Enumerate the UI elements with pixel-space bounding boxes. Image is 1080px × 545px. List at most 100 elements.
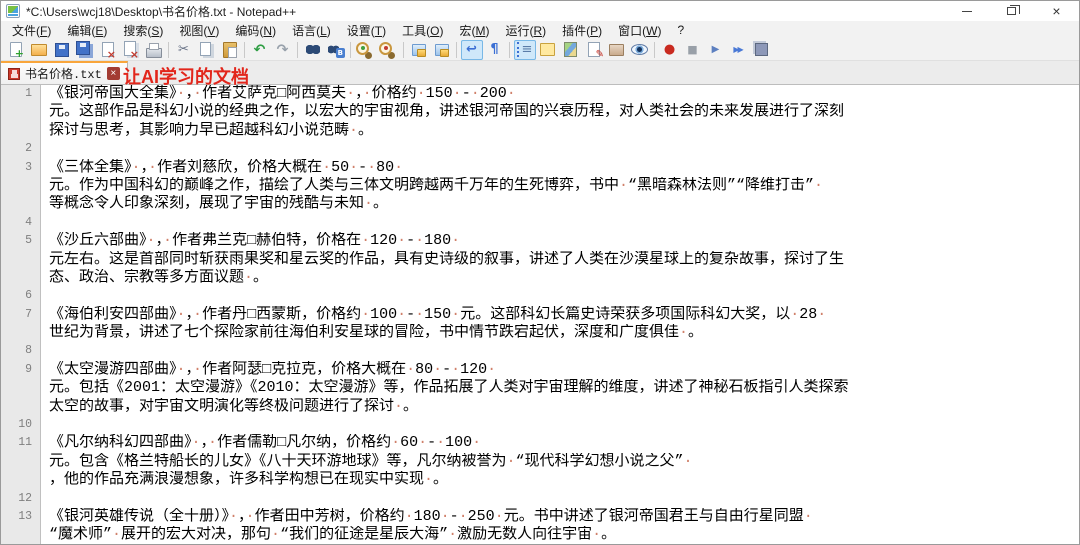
line-number-wrap[interactable] xyxy=(1,195,32,213)
line-number[interactable]: 8 xyxy=(1,342,32,360)
sync-horizontal-scroll-button[interactable] xyxy=(431,40,453,60)
editor-row[interactable]: ，他的作品充满浪漫想象，许多科学构想已在现实中实现·。 xyxy=(49,471,1079,489)
indent-guide-button[interactable] xyxy=(514,40,536,60)
word-wrap-button[interactable] xyxy=(461,40,483,60)
editor-row[interactable]: 《三体全集》·，·作者刘慈欣，价格大概在·50·-·80· xyxy=(49,159,1079,177)
menu-help[interactable]: ? xyxy=(669,22,692,38)
editor-row[interactable]: 《凡尔纳科幻四部曲》·，·作者儒勒□凡尔纳，价格约·60·-·100· xyxy=(49,434,1079,452)
line-number[interactable]: 1 xyxy=(1,85,32,103)
editor-row[interactable]: 《太空漫游四部曲》·，·作者阿瑟□克拉克，价格大概在·80·-·120· xyxy=(49,361,1079,379)
menu-settings[interactable]: 设置(T) xyxy=(339,21,394,40)
tab-close-icon[interactable]: × xyxy=(107,67,120,80)
line-number[interactable]: 11 xyxy=(1,434,32,452)
minimize-button[interactable] xyxy=(944,1,989,21)
close-window-button[interactable]: × xyxy=(1034,1,1079,21)
menu-run[interactable]: 运行(R) xyxy=(497,21,554,40)
menu-search[interactable]: 搜索(S) xyxy=(115,21,171,40)
editor-row[interactable]: 太空的故事，对宇宙文明演化等终极问题进行了探讨·。 xyxy=(49,398,1079,416)
menu-file[interactable]: 文件(F) xyxy=(4,21,59,40)
line-number-wrap[interactable] xyxy=(1,177,32,195)
zoom-out-button[interactable] xyxy=(378,40,400,60)
replace-button[interactable] xyxy=(325,40,347,60)
open-file-button[interactable] xyxy=(28,40,50,60)
undo-button[interactable] xyxy=(249,40,271,60)
line-number-wrap[interactable] xyxy=(1,103,32,121)
line-number-wrap[interactable] xyxy=(1,251,32,269)
macro-playback-button[interactable] xyxy=(705,40,727,60)
line-number-wrap[interactable] xyxy=(1,398,32,416)
line-number[interactable]: 12 xyxy=(1,490,32,508)
editor-row[interactable]: 《银河英雄传说（全十册）》·，·作者田中芳树，价格约·180·-·250·元。书… xyxy=(49,508,1079,526)
menu-encoding[interactable]: 编码(N) xyxy=(227,21,284,40)
editor-row[interactable]: 元。这部作品是科幻小说的经典之作，以宏大的宇宙视角，讲述银河帝国的兴衰历程，对人… xyxy=(49,103,1079,121)
monitoring-button[interactable] xyxy=(629,40,651,60)
editor-row[interactable] xyxy=(49,140,1079,158)
user-defined-dialog-button[interactable] xyxy=(537,40,559,60)
show-all-characters-button[interactable] xyxy=(484,40,506,60)
line-number-wrap[interactable] xyxy=(1,453,32,471)
line-number-wrap[interactable] xyxy=(1,526,32,544)
line-number[interactable]: 5 xyxy=(1,232,32,250)
document-map-button[interactable] xyxy=(560,40,582,60)
paste-button[interactable] xyxy=(219,40,241,60)
editor-row[interactable] xyxy=(49,287,1079,305)
macro-record-button[interactable] xyxy=(659,40,681,60)
editor-row[interactable]: 元。包括《2001：太空漫游》《2010：太空漫游》等，作品拓展了人类对宇宙理解… xyxy=(49,379,1079,397)
line-number[interactable]: 9 xyxy=(1,361,32,379)
menu-plugins[interactable]: 插件(P) xyxy=(554,21,610,40)
line-number-wrap[interactable] xyxy=(1,379,32,397)
new-file-button[interactable] xyxy=(5,40,27,60)
zoom-in-button[interactable] xyxy=(355,40,377,60)
save-file-button[interactable] xyxy=(51,40,73,60)
editor-row[interactable] xyxy=(49,490,1079,508)
copy-button[interactable] xyxy=(196,40,218,60)
menu-edit[interactable]: 编辑(E) xyxy=(59,21,115,40)
print-button[interactable] xyxy=(143,40,165,60)
editor-row[interactable]: 元。作为中国科幻的巅峰之作，描绘了人类与三体文明跨越两千万年的生死博弈，书中·“… xyxy=(49,177,1079,195)
editor-row[interactable]: “魔术师”·展开的宏大对决，那句·“我们的征途是星辰大海”·激励无数人向往宇宙·… xyxy=(49,526,1079,544)
find-button[interactable] xyxy=(302,40,324,60)
editor-row[interactable]: 等概念令人印象深刻，展现了宇宙的残酷与未知·。 xyxy=(49,195,1079,213)
text-area[interactable]: 《银河帝国大全集》·，·作者艾萨克□阿西莫夫·，·价格约·150·-·200·元… xyxy=(41,85,1079,544)
editor-row[interactable]: 《海伯利安四部曲》·，·作者丹□西蒙斯，价格约·100·-·150·元。这部科幻… xyxy=(49,306,1079,324)
line-number[interactable]: 6 xyxy=(1,287,32,305)
line-number[interactable]: 13 xyxy=(1,508,32,526)
line-number[interactable]: 2 xyxy=(1,140,32,158)
save-all-button[interactable] xyxy=(74,40,96,60)
menu-view[interactable]: 视图(V) xyxy=(171,21,227,40)
macro-stop-button[interactable] xyxy=(682,40,704,60)
line-number[interactable]: 4 xyxy=(1,214,32,232)
editor-row[interactable] xyxy=(49,416,1079,434)
restore-down-button[interactable] xyxy=(989,1,1034,21)
editor-row[interactable] xyxy=(49,342,1079,360)
editor-row[interactable]: 《沙丘六部曲》·，·作者弗兰克□赫伯特，价格在·120·-·180· xyxy=(49,232,1079,250)
macro-run-multiple-button[interactable] xyxy=(728,40,750,60)
menu-window[interactable]: 窗口(W) xyxy=(610,21,669,40)
editor-row[interactable]: 态、政治、宗教等多方面议题·。 xyxy=(49,269,1079,287)
folder-as-workspace-button[interactable] xyxy=(606,40,628,60)
line-number-margin[interactable]: 12345678910111213 xyxy=(1,85,41,544)
tab-shuming-jiage-txt[interactable]: 书名价格.txt × xyxy=(1,61,128,84)
editor-row[interactable] xyxy=(49,214,1079,232)
editor-row[interactable]: 元。包含《格兰特船长的儿女》《八十天环游地球》等，凡尔纳被誉为·“现代科学幻想小… xyxy=(49,453,1079,471)
line-number-wrap[interactable] xyxy=(1,122,32,140)
line-number[interactable]: 3 xyxy=(1,159,32,177)
redo-button[interactable] xyxy=(272,40,294,60)
editor[interactable]: 12345678910111213 《银河帝国大全集》·，·作者艾萨克□阿西莫夫… xyxy=(1,85,1079,544)
line-number-wrap[interactable] xyxy=(1,324,32,342)
editor-row[interactable]: 元左右。这是首部同时斩获雨果奖和星云奖的作品，具有史诗级的叙事，讲述了人类在沙漠… xyxy=(49,251,1079,269)
line-number-wrap[interactable] xyxy=(1,269,32,287)
close-file-button[interactable] xyxy=(97,40,119,60)
menu-macro[interactable]: 宏(M) xyxy=(451,21,497,40)
function-list-button[interactable] xyxy=(583,40,605,60)
menu-tools[interactable]: 工具(O) xyxy=(394,21,451,40)
close-all-button[interactable] xyxy=(120,40,142,60)
line-number-wrap[interactable] xyxy=(1,471,32,489)
cut-button[interactable] xyxy=(173,40,195,60)
line-number[interactable]: 10 xyxy=(1,416,32,434)
editor-row[interactable]: 世纪为背景，讲述了七个探险家前往海伯利安星球的冒险，书中情节跌宕起伏，深度和广度… xyxy=(49,324,1079,342)
line-number[interactable]: 7 xyxy=(1,306,32,324)
editor-row[interactable]: 探讨与思考，其影响力早已超越科幻小说范畴·。 xyxy=(49,122,1079,140)
sync-vertical-scroll-button[interactable] xyxy=(408,40,430,60)
menu-language[interactable]: 语言(L) xyxy=(284,21,339,40)
